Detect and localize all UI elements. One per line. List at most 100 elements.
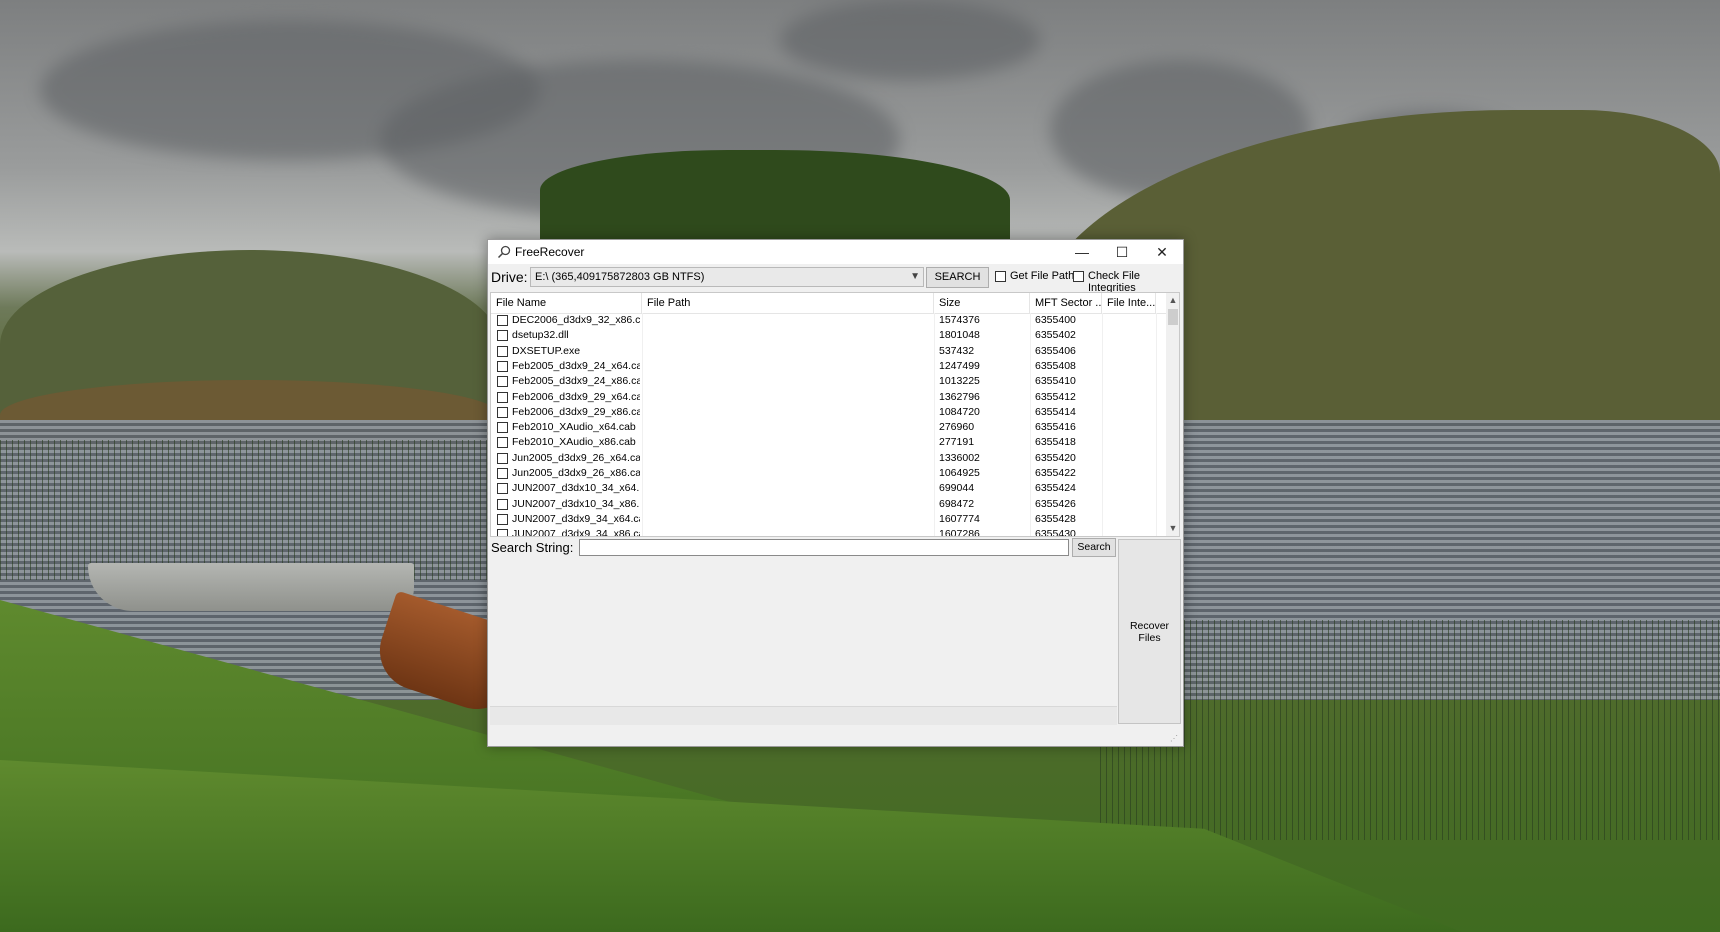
table-row[interactable]: Feb2006_d3dx9_29_x86.cab 1084720 6355414 <box>491 405 1166 420</box>
table-row[interactable]: DEC2006_d3dx9_32_x86.cab 1574376 6355400 <box>491 313 1166 328</box>
maximize-button[interactable]: ☐ <box>1102 240 1142 264</box>
search-string-input[interactable] <box>579 539 1069 556</box>
row-checkbox[interactable] <box>497 529 508 536</box>
close-button[interactable]: ✕ <box>1142 240 1182 264</box>
file-integrity-cell <box>1107 359 1155 374</box>
minimize-button[interactable]: — <box>1062 240 1102 264</box>
drive-select-value: E:\ (365,409175872803 GB NTFS) <box>535 271 705 283</box>
chevron-down-icon[interactable]: ▼ <box>1166 521 1179 536</box>
file-name-cell: DXSETUP.exe <box>512 344 581 357</box>
table-row[interactable]: JUN2007_d3dx9_34_x64.cab 1607774 6355428 <box>491 512 1166 527</box>
table-row[interactable]: Feb2010_XAudio_x64.cab 276960 6355416 <box>491 420 1166 435</box>
file-name-cell: Feb2006_d3dx9_29_x64.cab <box>512 390 640 403</box>
file-path-cell <box>647 512 932 527</box>
file-name-cell: Feb2005_d3dx9_24_x64.cab <box>512 359 640 372</box>
file-name-cell: Feb2010_XAudio_x86.cab <box>512 436 636 449</box>
mft-sector-cell: 6355402 <box>1035 329 1076 342</box>
table-row[interactable]: dsetup32.dll 1801048 6355402 <box>491 328 1166 343</box>
row-checkbox[interactable] <box>497 452 508 464</box>
horizontal-scrollbar[interactable] <box>490 706 1117 725</box>
freerecover-window: FreeRecover — ☐ ✕ Drive: E:\ (365,409175… <box>487 239 1184 747</box>
mft-sector-cell: 6355406 <box>1035 344 1076 357</box>
table-row[interactable]: Jun2005_d3dx9_26_x86.cab 1064925 6355422 <box>491 466 1166 481</box>
mft-sector-cell: 6355430 <box>1035 528 1076 537</box>
table-row[interactable]: Feb2005_d3dx9_24_x86.cab 1013225 6355410 <box>491 374 1166 389</box>
drive-search-button[interactable]: SEARCH <box>926 267 989 288</box>
table-row[interactable]: Feb2006_d3dx9_29_x64.cab 1362796 6355412 <box>491 390 1166 405</box>
window-title: FreeRecover <box>515 245 585 259</box>
file-integrity-cell <box>1107 328 1155 343</box>
table-row[interactable]: JUN2007_d3dx9_34_x86.cab 1607286 6355430 <box>491 527 1166 537</box>
row-checkbox[interactable] <box>497 513 508 525</box>
row-checkbox[interactable] <box>497 422 508 434</box>
file-path-cell <box>647 405 932 420</box>
row-checkbox[interactable] <box>497 406 508 418</box>
row-checkbox[interactable] <box>497 391 508 403</box>
check-file-integrities-checkbox[interactable] <box>1073 271 1084 282</box>
mft-sector-cell: 6355424 <box>1035 482 1076 495</box>
file-path-cell <box>647 451 932 466</box>
file-size-cell: 1607774 <box>939 512 980 525</box>
table-row[interactable]: JUN2007_d3dx10_34_x86. 698472 6355426 <box>491 497 1166 512</box>
file-name-cell: DEC2006_d3dx9_32_x86.cab <box>512 314 640 326</box>
file-name-cell: JUN2007_d3dx10_34_x64. <box>512 482 640 495</box>
file-integrity-cell <box>1107 313 1155 328</box>
file-path-cell <box>647 481 932 496</box>
table-row[interactable]: Feb2010_XAudio_x86.cab 277191 6355418 <box>491 435 1166 450</box>
column-file-name[interactable]: File Name <box>491 293 642 313</box>
magnifier-icon <box>497 245 511 259</box>
table-row[interactable]: DXSETUP.exe 537432 6355406 <box>491 344 1166 359</box>
file-list[interactable]: File Name File Path Size MFT Sector ... … <box>490 292 1180 537</box>
column-file-path[interactable]: File Path <box>642 293 934 313</box>
mft-sector-cell: 6355420 <box>1035 451 1076 464</box>
vertical-scrollbar[interactable]: ▲ ▼ <box>1166 293 1179 536</box>
mft-sector-cell: 6355416 <box>1035 421 1076 434</box>
table-row[interactable]: Feb2005_d3dx9_24_x64.cab 1247499 6355408 <box>491 359 1166 374</box>
column-mft-sector[interactable]: MFT Sector ... <box>1030 293 1102 313</box>
resize-grip-icon[interactable]: ⋰ <box>1170 734 1180 744</box>
file-size-cell: 537432 <box>939 344 975 357</box>
recover-files-button[interactable]: Recover Files <box>1118 539 1181 724</box>
file-path-cell <box>647 420 932 435</box>
row-checkbox[interactable] <box>497 498 508 510</box>
drive-select[interactable]: E:\ (365,409175872803 GB NTFS) ▼ <box>530 267 924 287</box>
row-checkbox[interactable] <box>497 345 508 357</box>
file-path-cell <box>647 497 932 512</box>
file-integrity-cell <box>1107 374 1155 389</box>
column-size[interactable]: Size <box>934 293 1030 313</box>
mft-sector-cell: 6355426 <box>1035 497 1076 510</box>
recover-files-label: Recover Files <box>1129 619 1170 644</box>
file-integrity-cell <box>1107 420 1155 435</box>
file-name-cell: JUN2007_d3dx9_34_x64.cab <box>512 512 640 525</box>
mft-sector-cell: 6355410 <box>1035 375 1076 388</box>
row-checkbox[interactable] <box>497 360 508 372</box>
chevron-up-icon[interactable]: ▲ <box>1166 293 1179 308</box>
title-bar[interactable]: FreeRecover — ☐ ✕ <box>488 240 1183 264</box>
search-button[interactable]: Search <box>1072 538 1116 557</box>
file-path-cell <box>647 328 932 343</box>
get-file-paths-checkbox[interactable] <box>995 271 1006 282</box>
row-checkbox[interactable] <box>497 330 508 342</box>
file-name-cell: JUN2007_d3dx9_34_x86.cab <box>512 528 640 537</box>
file-list-body: DEC2006_d3dx9_32_x86.cab 1574376 6355400 ds… <box>491 313 1166 537</box>
file-size-cell: 276960 <box>939 421 975 434</box>
file-integrity-cell <box>1107 527 1155 536</box>
column-file-integrity[interactable]: File Inte... <box>1102 293 1156 313</box>
search-string-label: Search String: <box>491 540 574 555</box>
file-path-cell <box>647 390 932 405</box>
table-row[interactable]: Jun2005_d3dx9_26_x64.cab 1336002 6355420 <box>491 451 1166 466</box>
get-file-paths-label: Get File Paths <box>1010 270 1080 282</box>
row-checkbox[interactable] <box>497 483 508 495</box>
table-row[interactable]: JUN2007_d3dx10_34_x64. 699044 6355424 <box>491 481 1166 496</box>
row-checkbox[interactable] <box>497 376 508 388</box>
file-name-cell: Jun2005_d3dx9_26_x86.cab <box>512 467 640 479</box>
status-bar: ⋰ <box>488 726 1183 746</box>
mft-sector-cell: 6355422 <box>1035 467 1076 479</box>
row-checkbox[interactable] <box>497 468 508 479</box>
file-size-cell: 1013225 <box>939 375 980 388</box>
scrollbar-thumb[interactable] <box>1168 309 1178 325</box>
mft-sector-cell: 6355418 <box>1035 436 1076 449</box>
file-path-cell <box>647 435 932 450</box>
row-checkbox[interactable] <box>497 315 508 326</box>
row-checkbox[interactable] <box>497 437 508 449</box>
